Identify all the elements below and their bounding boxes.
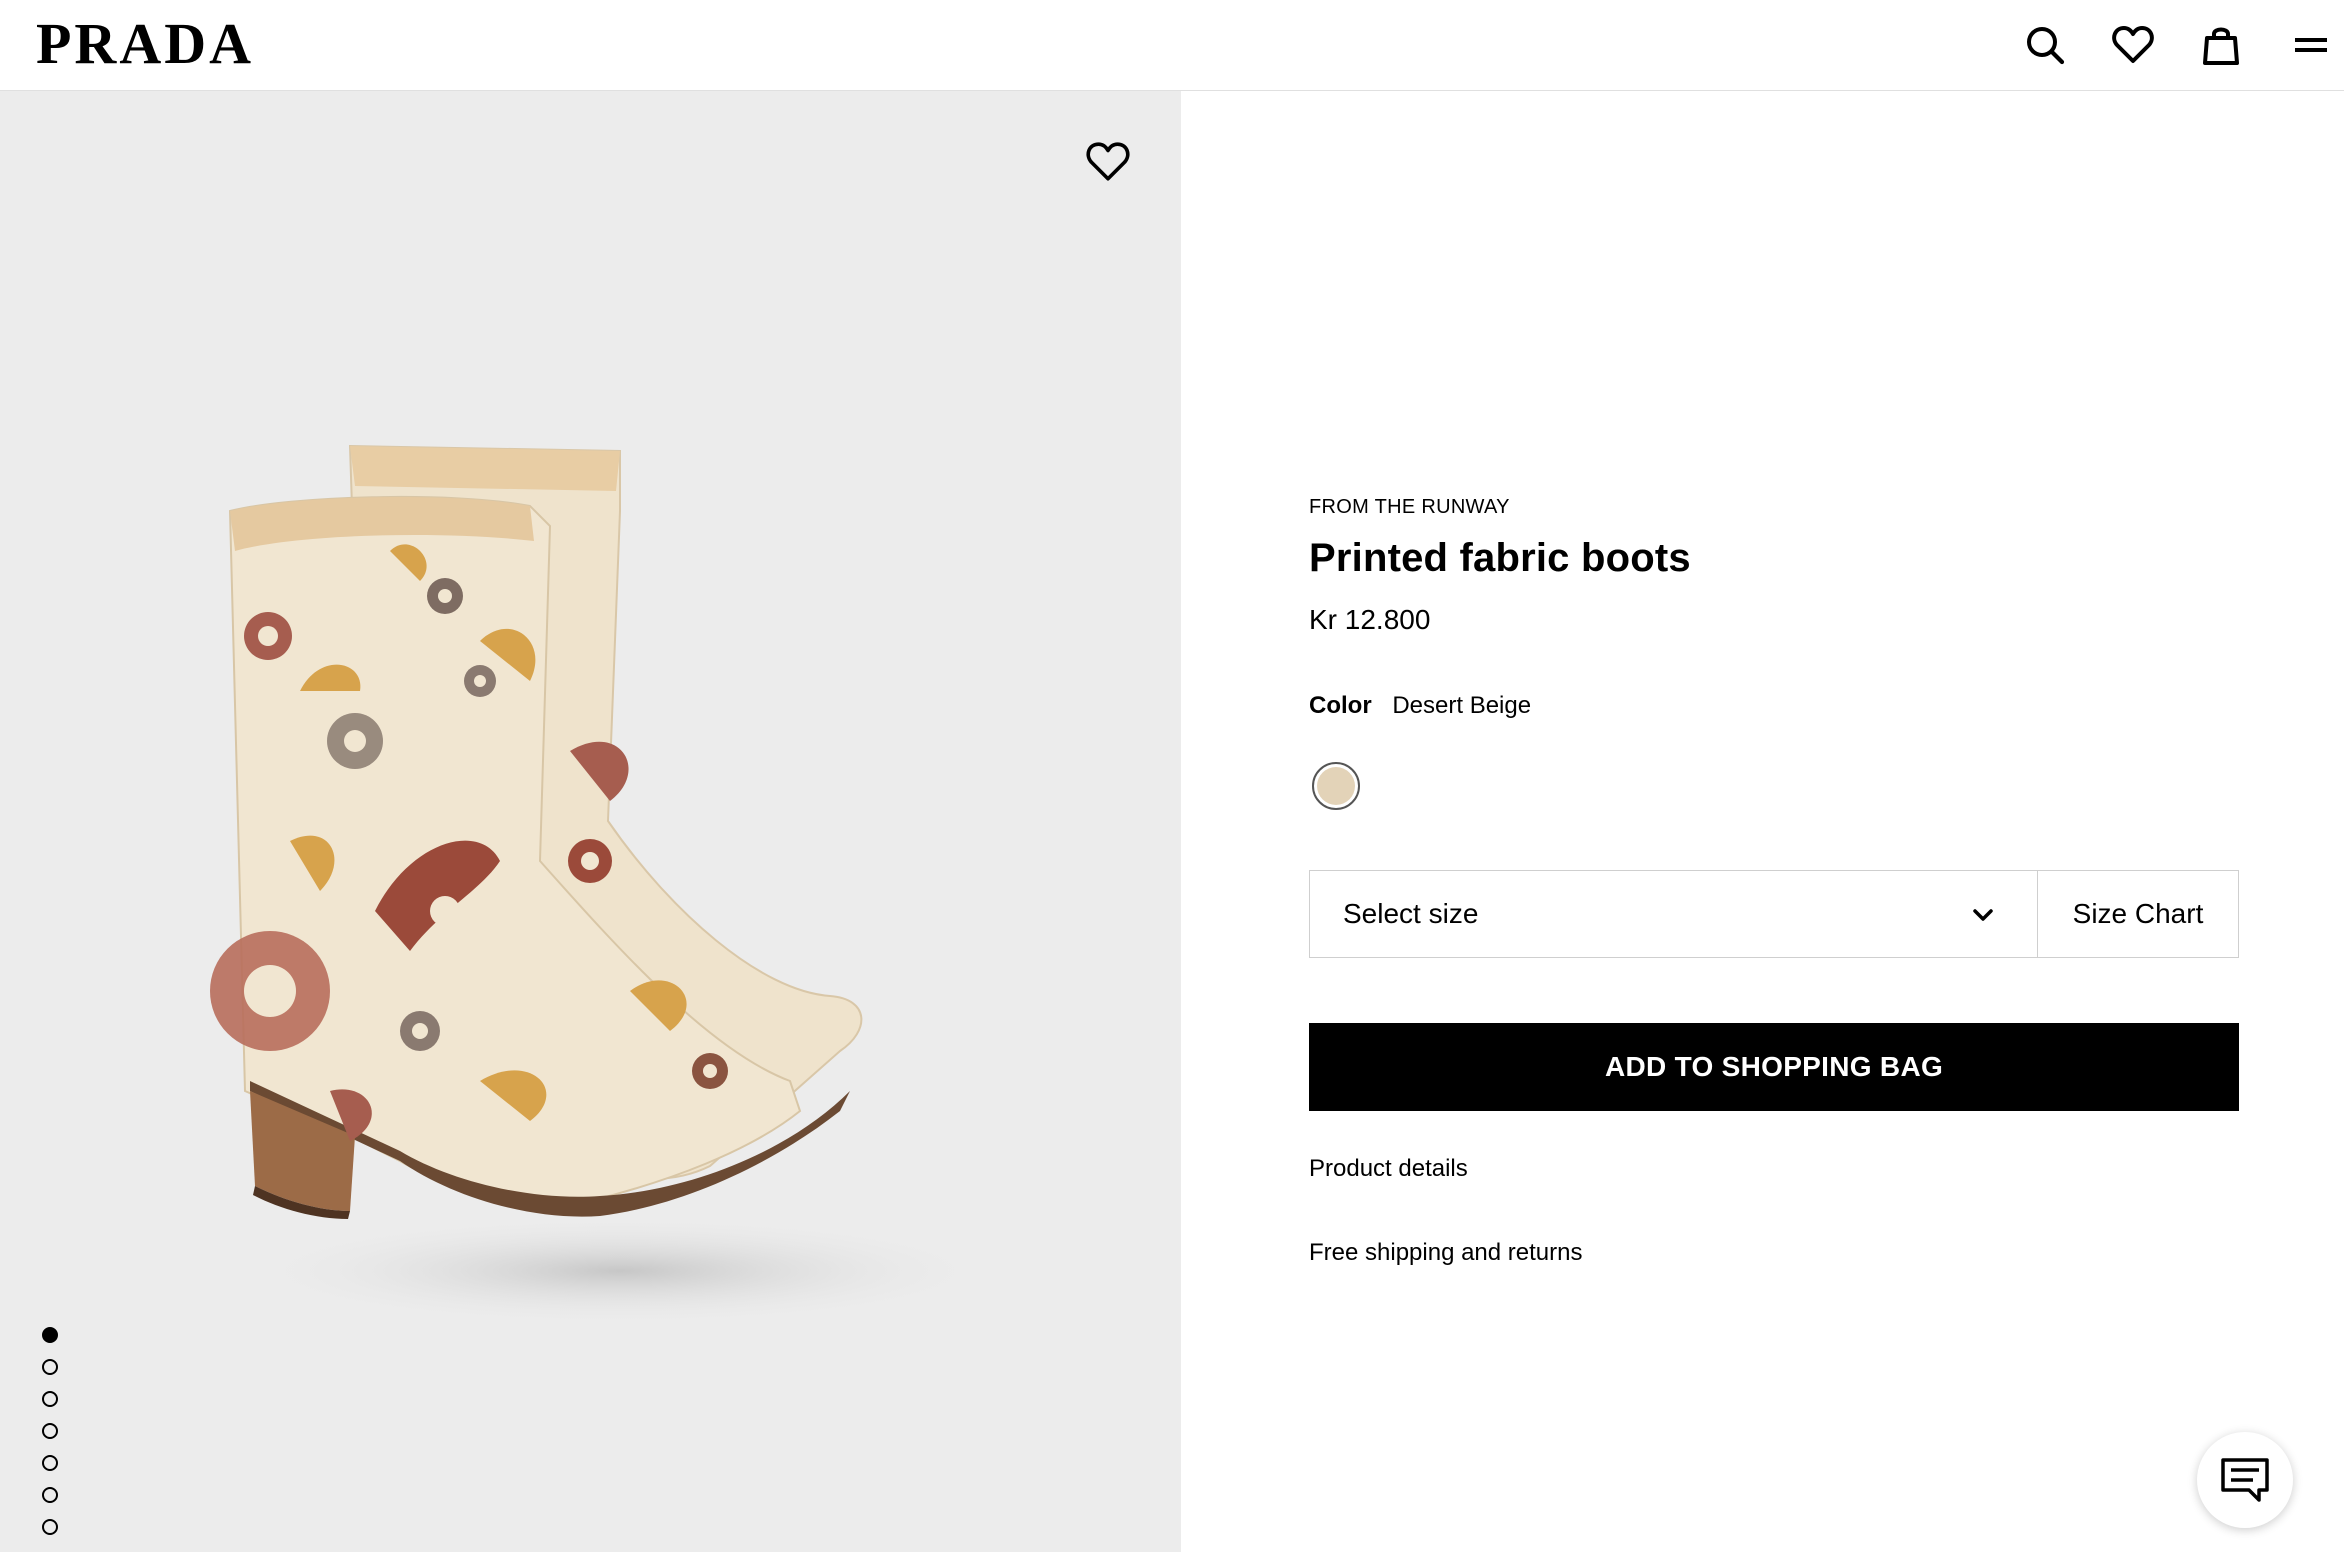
product-eyebrow: FROM THE RUNWAY: [1309, 496, 1510, 518]
size-chart-button[interactable]: Size Chart: [2037, 870, 2239, 958]
menu-icon[interactable]: [2286, 22, 2332, 68]
heart-icon[interactable]: [2110, 22, 2156, 68]
gallery-dot-6[interactable]: [42, 1487, 58, 1503]
product-gallery: [0, 91, 1181, 1552]
add-to-wishlist-heart-icon[interactable]: [1086, 141, 1130, 185]
gallery-dot-7[interactable]: [42, 1519, 58, 1535]
chevron-down-icon: [1973, 909, 1993, 921]
product-image[interactable]: [150, 391, 970, 1371]
free-shipping-returns-link[interactable]: Free shipping and returns: [1309, 1239, 1583, 1267]
gallery-dot-1[interactable]: [42, 1327, 58, 1343]
color-row: Color Desert Beige: [1309, 692, 1531, 720]
add-to-shopping-bag-button[interactable]: ADD TO SHOPPING BAG: [1309, 1023, 2239, 1111]
product-price: Kr 12.800: [1309, 604, 1431, 635]
product-title: Printed fabric boots: [1309, 536, 1691, 580]
swatch-fill: [1317, 767, 1355, 805]
chat-button[interactable]: [2197, 1432, 2293, 1528]
product-details-link[interactable]: Product details: [1309, 1155, 1468, 1183]
chat-icon: [2221, 1458, 2269, 1502]
shopping-bag-icon[interactable]: [2198, 22, 2244, 68]
size-select-placeholder: Select size: [1343, 898, 1479, 929]
color-swatch-desert-beige[interactable]: [1312, 762, 1360, 810]
prada-logo[interactable]: PRADA: [36, 14, 254, 74]
gallery-dot-4[interactable]: [42, 1423, 58, 1439]
search-icon[interactable]: [2022, 22, 2068, 68]
gallery-dot-5[interactable]: [42, 1455, 58, 1471]
color-label: Color: [1309, 692, 1372, 719]
size-select[interactable]: Select size: [1309, 870, 2038, 958]
color-value: Desert Beige: [1392, 692, 1532, 719]
gallery-dot-3[interactable]: [42, 1391, 58, 1407]
site-header: PRADA: [0, 0, 2344, 91]
gallery-dot-2[interactable]: [42, 1359, 58, 1375]
